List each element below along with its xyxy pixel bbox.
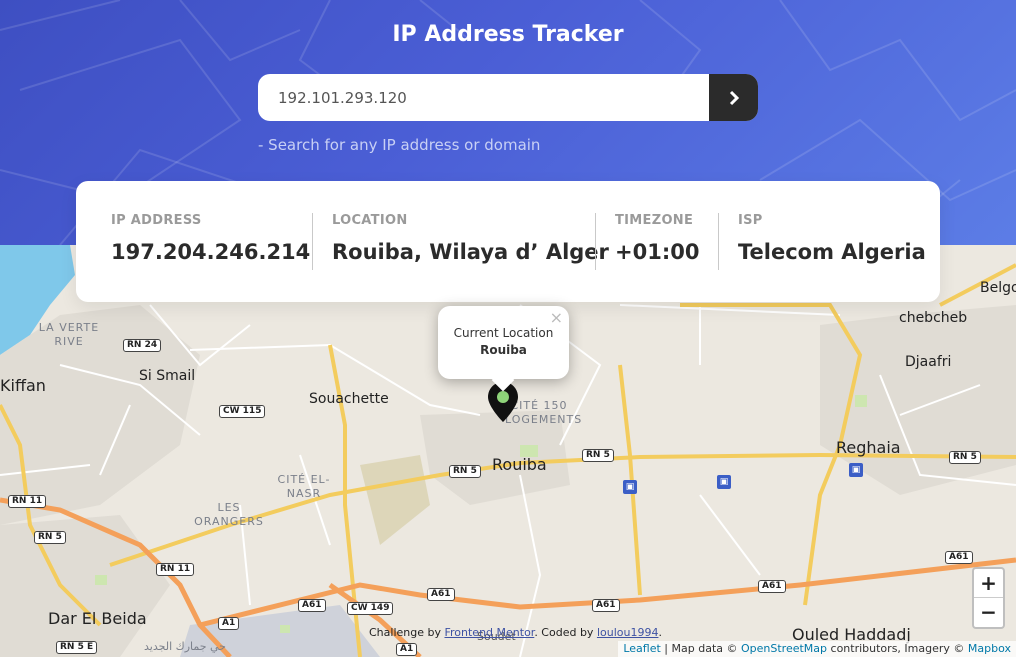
popup-title: Current Location (453, 326, 554, 340)
map-label-rouiba: Rouiba (492, 455, 547, 474)
frontend-mentor-link[interactable]: Frontend Mentor (444, 626, 534, 639)
isp-value: Telecom Algeria (738, 240, 926, 264)
train-station-icon: ▣ (849, 463, 863, 477)
ip-address-cell: IP ADDRESS 197.204.246.214 (76, 213, 312, 264)
zoom-in-button[interactable]: + (974, 569, 1003, 598)
road-shield: RN 24 (123, 339, 162, 352)
openstreetmap-link[interactable]: OpenStreetMap (741, 642, 827, 655)
map-label-djaafri: Djaafri (905, 354, 952, 370)
timezone-value: +01:00 (615, 240, 700, 264)
map-label-belgo: Belgo (980, 280, 1016, 296)
ip-search-form (258, 74, 758, 121)
road-shield: A61 (945, 551, 973, 564)
ip-address-value: 197.204.246.214 (111, 240, 311, 264)
road-shield: A1 (218, 617, 240, 630)
map-district-arabic: حي جمارك الجديد (144, 640, 226, 653)
road-shield: A61 (758, 580, 786, 593)
map-attribution: Leaflet | Map data © OpenStreetMap contr… (618, 641, 1016, 657)
ip-info-card: IP ADDRESS 197.204.246.214 LOCATION Roui… (76, 181, 940, 302)
road-shield: A61 (298, 599, 326, 612)
train-station-icon: ▣ (623, 480, 637, 494)
road-shield: RN 5 (582, 449, 614, 462)
map-district-cite-el-nasr: CITÉ EL- NASR (277, 473, 331, 500)
popup-place: Rouiba (480, 343, 527, 357)
challenge-credit: Challenge by Frontend Mentor. Coded by l… (369, 626, 662, 639)
map-district-les-orangers: LES ORANGERS (194, 501, 264, 528)
map-label-kiffan: Kiffan (0, 376, 46, 395)
road-shield: RN 11 (8, 495, 47, 508)
road-shield: A1 (396, 643, 418, 656)
search-submit-button[interactable] (709, 74, 758, 121)
road-shield: RN 5 E (56, 641, 98, 654)
map-label-dar-el-beida: Dar El Beida (48, 609, 147, 628)
leaflet-link[interactable]: Leaflet (623, 642, 660, 655)
isp-cell: ISP Telecom Algeria (718, 213, 928, 270)
map-label-reghaia: Reghaia (836, 438, 901, 457)
road-shield: A61 (427, 588, 455, 601)
timezone-cell: TIMEZONE +01:00 (595, 213, 718, 270)
zoom-control: + − (972, 567, 1005, 629)
chevron-right-icon (729, 90, 739, 105)
location-value: Rouiba, Wilaya d’ Alger (332, 240, 609, 264)
road-shield: CW 149 (347, 602, 394, 615)
search-hint: - Search for any IP address or domain (258, 136, 541, 154)
mapbox-link[interactable]: Mapbox (968, 642, 1011, 655)
road-shield: RN 11 (156, 563, 195, 576)
map-label-chebcheb: chebcheb (899, 310, 968, 326)
ip-address-label: IP ADDRESS (111, 213, 202, 228)
map-district-la-verte-rive: LA VERTE RIVE (38, 321, 100, 348)
timezone-label: TIMEZONE (615, 213, 694, 228)
isp-label: ISP (738, 213, 763, 228)
popup-close-button[interactable]: × (550, 308, 563, 327)
zoom-out-button[interactable]: − (974, 598, 1003, 627)
ip-search-input[interactable] (258, 74, 709, 121)
map-label-souachette: Souachette (309, 391, 389, 407)
road-shield: RN 5 (449, 465, 481, 478)
author-link[interactable]: loulou1994 (597, 626, 659, 639)
location-cell: LOCATION Rouiba, Wilaya d’ Alger (312, 213, 609, 270)
train-station-icon: ▣ (717, 475, 731, 489)
road-shield: RN 5 (34, 531, 66, 544)
map-label-si-smail: Si Smail (139, 368, 196, 384)
page-title: IP Address Tracker (392, 22, 624, 47)
location-label: LOCATION (332, 213, 408, 228)
road-shield: A61 (592, 599, 620, 612)
road-shield: CW 115 (219, 405, 266, 418)
location-popup: × Current Location Rouiba (438, 306, 569, 379)
road-shield: RN 5 (949, 451, 981, 464)
